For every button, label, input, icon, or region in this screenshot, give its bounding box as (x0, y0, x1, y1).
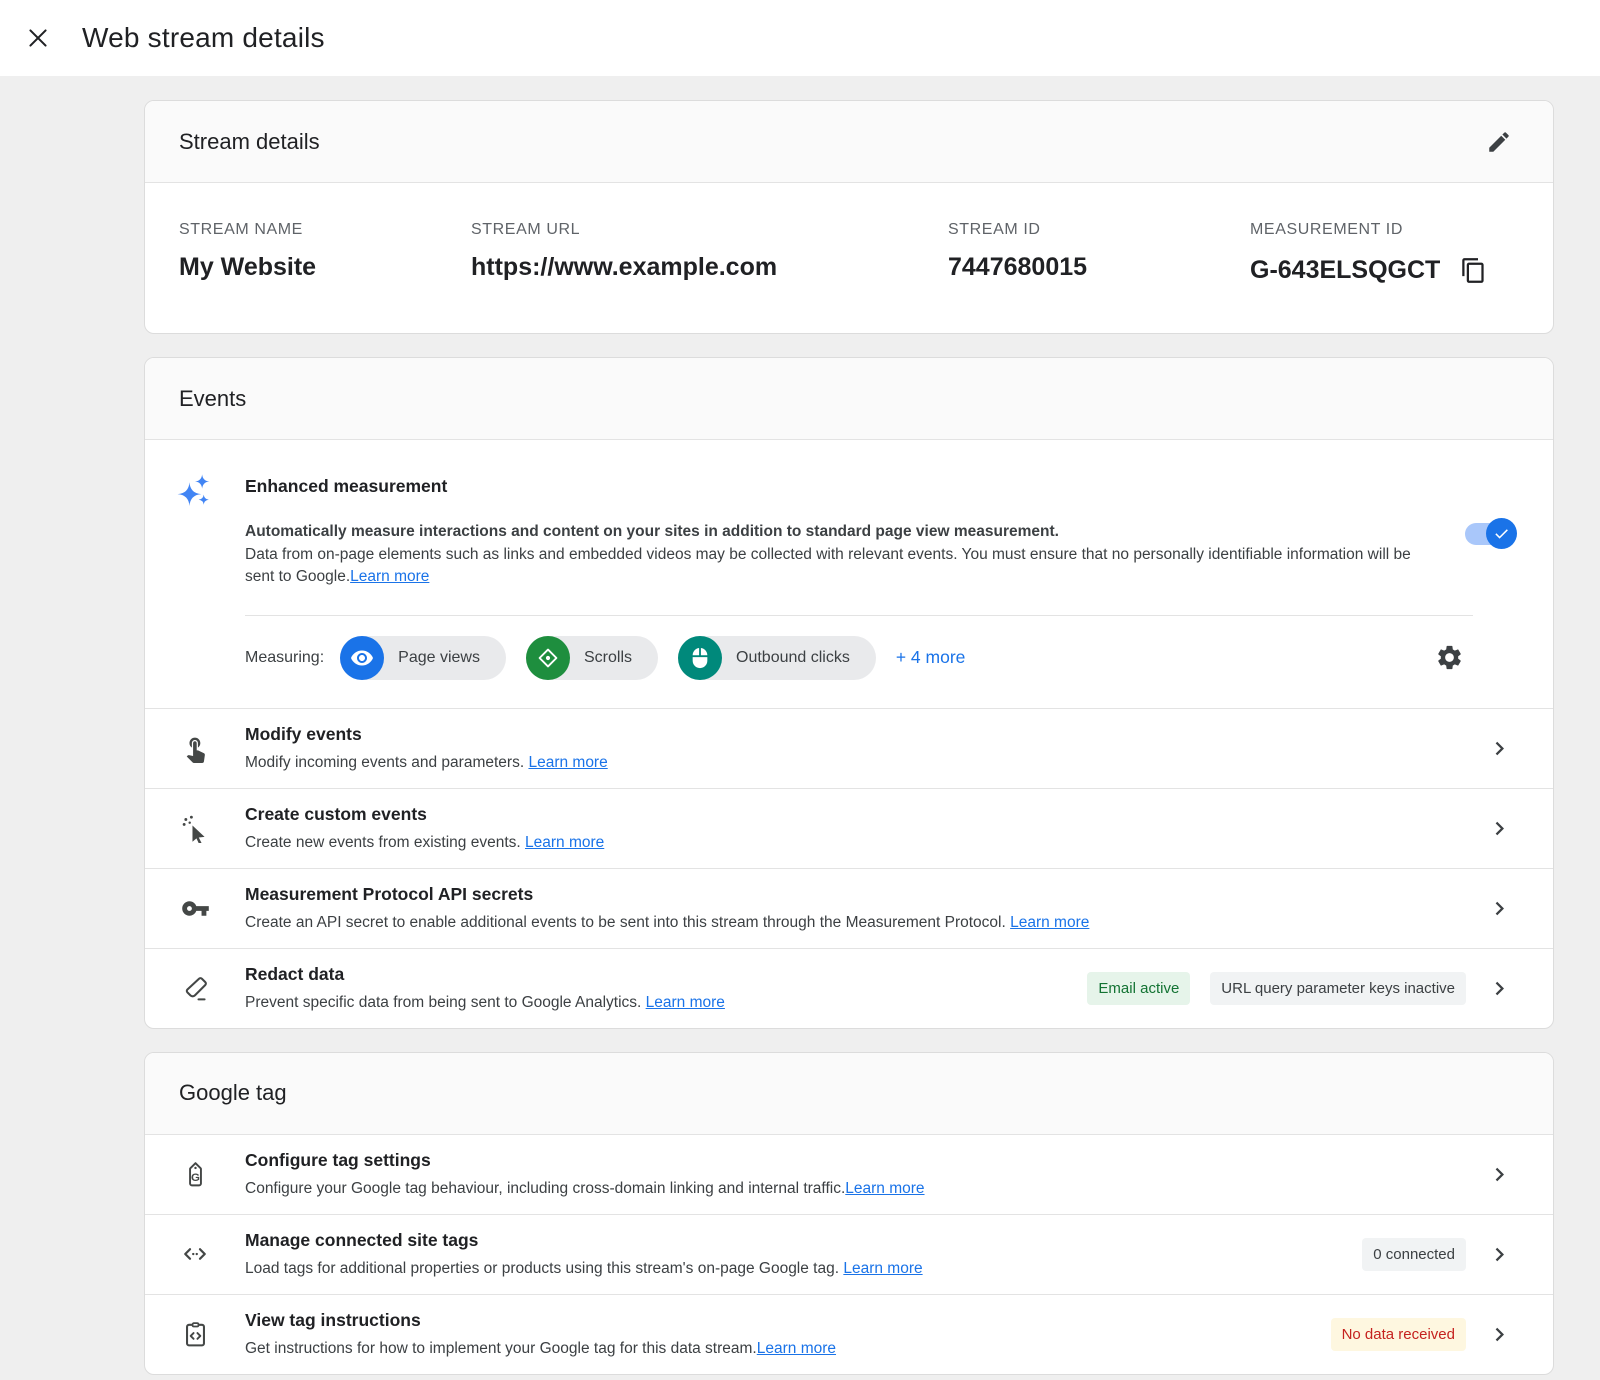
copy-icon (1460, 257, 1487, 284)
chevron-right-icon (1486, 1241, 1513, 1268)
row-title: View tag instructions (245, 1310, 1311, 1331)
stream-name-field: STREAM NAME My Website (179, 221, 471, 287)
row-description: Load tags for additional properties or p… (245, 1258, 1342, 1279)
stream-id-field: STREAM ID 7447680015 (948, 221, 1250, 287)
stream-id-value: 7447680015 (948, 253, 1250, 282)
close-icon (25, 25, 51, 51)
stream-name-value: My Website (179, 253, 471, 282)
touch-icon (181, 734, 210, 763)
measurement-id-value: G-643ELSQGCT (1250, 256, 1440, 285)
stream-details-header: Stream details (145, 101, 1553, 183)
url-query-param-badge: URL query parameter keys inactive (1210, 972, 1466, 1005)
cursor-click-icon (181, 814, 210, 843)
pencil-icon (1486, 129, 1512, 155)
row-measurement-protocol-api-secrets[interactable]: Measurement Protocol API secrets Create … (145, 868, 1553, 948)
row-title: Modify events (245, 724, 1466, 745)
page-body: Stream details STREAM NAME My Website ST… (0, 76, 1600, 1375)
stream-details-title: Stream details (179, 129, 320, 155)
stream-name-label: STREAM NAME (179, 221, 471, 239)
chevron-right-icon (1486, 1161, 1513, 1188)
view-tag-instructions-learn-more-link[interactable]: Learn more (757, 1340, 836, 1357)
redact-eraser-icon (181, 974, 210, 1003)
modify-events-learn-more-link[interactable]: Learn more (528, 754, 607, 771)
chevron-right-icon (1486, 735, 1513, 762)
row-configure-tag-settings[interactable]: G Configure tag settings Configure your … (145, 1135, 1553, 1214)
svg-text:G: G (191, 1171, 200, 1183)
row-title: Configure tag settings (245, 1150, 1466, 1171)
enhanced-measurement-toggle[interactable] (1465, 523, 1513, 545)
stream-url-value: https://www.example.com (471, 253, 948, 282)
chip-label: Outbound clicks (736, 649, 850, 667)
measurement-id-field: MEASUREMENT ID G-643ELSQGCT (1250, 221, 1519, 287)
chevron-right-icon (1486, 975, 1513, 1002)
google-tag-icon: G (181, 1160, 210, 1189)
events-header: Events (145, 358, 1553, 440)
row-title: Measurement Protocol API secrets (245, 884, 1466, 905)
chip-scrolls[interactable]: Scrolls (526, 636, 658, 680)
events-title: Events (179, 386, 246, 412)
redact-data-learn-more-link[interactable]: Learn more (646, 994, 725, 1011)
scroll-diamond-icon (526, 636, 570, 680)
stream-id-label: STREAM ID (948, 221, 1250, 239)
chevron-right-icon (1486, 1321, 1513, 1348)
row-modify-events[interactable]: Modify events Modify incoming events and… (145, 708, 1553, 788)
row-description: Prevent specific data from being sent to… (245, 992, 1067, 1013)
chip-outbound-clicks[interactable]: Outbound clicks (678, 636, 876, 680)
measurement-id-label: MEASUREMENT ID (1250, 221, 1519, 239)
enhanced-measurement-description: Automatically measure interactions and c… (245, 521, 1465, 589)
google-tag-title: Google tag (179, 1080, 287, 1106)
more-chips-link[interactable]: + 4 more (896, 647, 966, 668)
configure-tag-learn-more-link[interactable]: Learn more (845, 1180, 924, 1197)
create-custom-events-learn-more-link[interactable]: Learn more (525, 834, 604, 851)
row-title: Redact data (245, 964, 1067, 985)
sparkle-icon (176, 472, 214, 510)
stream-details-card: Stream details STREAM NAME My Website ST… (144, 100, 1554, 334)
edit-stream-button[interactable] (1479, 122, 1519, 162)
row-description: Create an API secret to enable additiona… (245, 912, 1466, 933)
measuring-chips: Page views Scrolls (340, 636, 876, 680)
google-tag-card: Google tag G Configure tag settings Conf… (144, 1052, 1554, 1375)
mouse-icon (678, 636, 722, 680)
chevron-right-icon (1486, 895, 1513, 922)
row-manage-connected-site-tags[interactable]: Manage connected site tags Load tags for… (145, 1214, 1553, 1294)
copy-measurement-id-button[interactable] (1456, 253, 1490, 287)
enhanced-measurement-section: Enhanced measurement Automatically measu… (145, 440, 1553, 708)
manage-site-tags-learn-more-link[interactable]: Learn more (843, 1260, 922, 1277)
row-view-tag-instructions[interactable]: View tag instructions Get instructions f… (145, 1294, 1553, 1374)
measurement-protocol-learn-more-link[interactable]: Learn more (1010, 914, 1089, 931)
chip-label: Page views (398, 649, 480, 667)
row-create-custom-events[interactable]: Create custom events Create new events f… (145, 788, 1553, 868)
row-redact-data[interactable]: Redact data Prevent specific data from b… (145, 948, 1553, 1028)
row-description: Modify incoming events and parameters. L… (245, 752, 1466, 773)
row-title: Create custom events (245, 804, 1466, 825)
clipboard-code-icon (181, 1320, 210, 1349)
check-icon (1493, 525, 1510, 542)
key-icon (181, 894, 210, 923)
no-data-received-badge: No data received (1331, 1318, 1466, 1351)
page-title: Web stream details (82, 22, 325, 54)
top-bar: Web stream details (0, 0, 1600, 76)
chevron-right-icon (1486, 815, 1513, 842)
row-description: Create new events from existing events. … (245, 832, 1466, 853)
measuring-label: Measuring: (245, 649, 324, 667)
enhanced-measurement-learn-more-link[interactable]: Learn more (350, 568, 429, 585)
google-tag-header: Google tag (145, 1053, 1553, 1135)
row-description: Configure your Google tag behaviour, inc… (245, 1178, 1466, 1199)
row-title: Manage connected site tags (245, 1230, 1342, 1251)
row-description: Get instructions for how to implement yo… (245, 1338, 1311, 1359)
code-tag-icon (180, 1239, 210, 1269)
chip-page-views[interactable]: Page views (340, 636, 506, 680)
stream-details-body: STREAM NAME My Website STREAM URL https:… (145, 183, 1553, 333)
gear-icon (1435, 643, 1464, 672)
connected-count-badge: 0 connected (1362, 1238, 1466, 1271)
close-button[interactable] (20, 20, 56, 56)
enhanced-measurement-settings-button[interactable] (1429, 638, 1469, 678)
chip-label: Scrolls (584, 649, 632, 667)
stream-url-field: STREAM URL https://www.example.com (471, 221, 948, 287)
eye-icon (340, 636, 384, 680)
email-active-badge: Email active (1087, 972, 1190, 1005)
enhanced-measurement-title: Enhanced measurement (245, 476, 1513, 497)
events-card: Events Enhanced measurement Automaticall… (144, 357, 1554, 1029)
stream-url-label: STREAM URL (471, 221, 948, 239)
